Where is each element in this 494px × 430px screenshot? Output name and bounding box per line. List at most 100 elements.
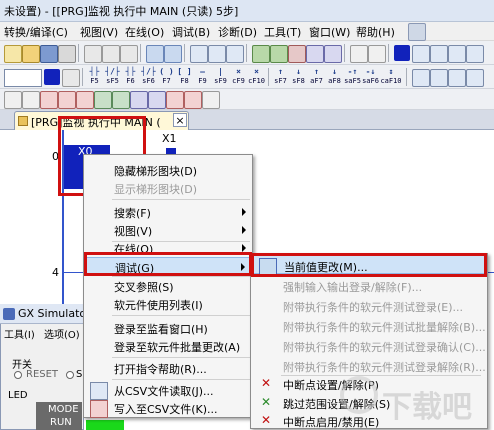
fkey-sf7[interactable]: ↑ sF7 xyxy=(272,68,289,86)
interrupt-clear-icon[interactable] xyxy=(184,91,202,109)
toolbar-separator xyxy=(388,44,389,62)
simulator-menu-tools[interactable]: 工具(I) xyxy=(4,326,35,341)
fkey-saf6[interactable]: -↓ saF6 xyxy=(362,68,379,86)
simulator-title-bar[interactable]: GX Simulato... xyxy=(0,304,96,324)
binoculars-icon[interactable] xyxy=(62,69,80,87)
breakpoint-clear-icon[interactable] xyxy=(58,91,76,109)
menu-item-cross-reference[interactable]: 交叉参照(S) xyxy=(84,277,252,295)
read-from-plc-icon[interactable] xyxy=(252,45,270,63)
csv-read-icon xyxy=(90,382,108,400)
statement-icon[interactable] xyxy=(430,69,448,87)
note-icon[interactable] xyxy=(448,69,466,87)
run-icon[interactable] xyxy=(112,91,130,109)
program-icon xyxy=(18,116,28,126)
menu-online[interactable]: 在线(O) xyxy=(125,24,164,40)
cut-icon[interactable] xyxy=(84,45,102,63)
menu-diagnostics[interactable]: 诊断(D) xyxy=(218,24,257,40)
breakpoint-icon[interactable] xyxy=(40,91,58,109)
find-icon[interactable] xyxy=(368,45,386,63)
menu-extra-icon[interactable] xyxy=(408,23,426,41)
simulator-menu-bar: 工具(I) 选项(O) xyxy=(0,325,84,341)
submenu-item-forced-io: 强制输入输出登录/解除(F)... xyxy=(283,281,423,294)
step-icon[interactable] xyxy=(94,91,112,109)
fkey-sf9[interactable]: | sF9 xyxy=(212,68,229,86)
simulation-icon[interactable] xyxy=(324,45,342,63)
simulator-led-label: LED xyxy=(8,390,28,401)
fkey-sf6[interactable]: ┤/├ sF6 xyxy=(140,68,157,86)
tab-close-icon[interactable]: × xyxy=(173,113,187,127)
ladder-line-icon[interactable] xyxy=(430,45,448,63)
redo-icon[interactable] xyxy=(164,45,182,63)
window-tile-icon[interactable] xyxy=(190,45,208,63)
fkey-cf9[interactable]: × cF9 xyxy=(230,68,247,86)
toolbar-separator xyxy=(268,68,269,86)
menu-tools[interactable]: 工具(T) xyxy=(264,24,301,40)
print-icon[interactable] xyxy=(58,45,76,63)
window-cascade-icon[interactable] xyxy=(208,45,226,63)
write-to-plc-icon[interactable] xyxy=(270,45,288,63)
toolbar-options-icon[interactable] xyxy=(202,91,220,109)
fkey-sf8[interactable]: ↓ sF8 xyxy=(290,68,307,86)
menu-convert[interactable]: 转换/编译(C) xyxy=(4,24,68,40)
menu-item-read-csv[interactable]: 从CSV文件读取(J)... xyxy=(84,381,252,400)
fkey-af8[interactable]: ↓ aF8 xyxy=(326,68,343,86)
submenu-item-device-test-batch-clear: 附带执行条件的软元件测试批量解除(B)... xyxy=(283,321,486,334)
open-project-icon[interactable] xyxy=(22,45,40,63)
menu-separator xyxy=(112,379,250,380)
monitor-stop-icon[interactable] xyxy=(22,91,40,109)
device-test-icon[interactable] xyxy=(130,91,148,109)
monitor-start-icon[interactable] xyxy=(4,91,22,109)
copy-icon[interactable] xyxy=(102,45,120,63)
monitor-icon[interactable] xyxy=(306,45,324,63)
simulator-led-panel: MODE RUN xyxy=(36,402,82,430)
fkey-saf5[interactable]: -↑ saF5 xyxy=(344,68,361,86)
menu-help[interactable]: 帮助(H) xyxy=(356,24,395,40)
zoom-icon[interactable] xyxy=(350,45,368,63)
menu-item-view[interactable]: 视图(V) xyxy=(84,221,252,239)
new-project-icon[interactable] xyxy=(4,45,22,63)
reset-radio[interactable] xyxy=(14,371,22,379)
menu-item-hide-ladder-block[interactable]: 隐藏梯形图块(D) xyxy=(84,161,252,179)
menu-view[interactable]: 视图(V) xyxy=(80,24,118,40)
toolbar-ladder: ┤├ F5 ┤/├ sF5 ┤├ F6 ┤/├ sF6 ( ) F7 [ ] F8 — F9 … xyxy=(0,65,494,89)
ladder-instruction-icon[interactable] xyxy=(466,45,484,63)
comment-icon[interactable] xyxy=(412,69,430,87)
verify-icon[interactable] xyxy=(288,45,306,63)
menu-item-register-batch-change[interactable]: 登录至软元件批量更改(A) xyxy=(84,337,252,355)
paste-icon[interactable] xyxy=(120,45,138,63)
undo-icon[interactable] xyxy=(146,45,164,63)
fkey-f5[interactable]: ┤├ F5 xyxy=(86,68,103,86)
skip-icon[interactable] xyxy=(76,91,94,109)
device-batch-icon[interactable] xyxy=(148,91,166,109)
interrupt-icon[interactable] xyxy=(166,91,184,109)
menu-item-register-watch[interactable]: 登录至监看窗口(H) xyxy=(84,319,252,337)
fkey-f6[interactable]: ┤├ F6 xyxy=(122,68,139,86)
fkey-caf10[interactable]: ↕ caF10 xyxy=(380,68,402,86)
menu-debug[interactable]: 调试(B) xyxy=(172,24,210,40)
menu-item-search[interactable]: 搜索(F) xyxy=(84,203,252,221)
save-icon[interactable] xyxy=(40,45,58,63)
fkey-f7[interactable]: ( ) F7 xyxy=(158,68,175,86)
contact-x1-label: X1 xyxy=(162,132,177,145)
ladder-contact-icon[interactable] xyxy=(394,45,410,61)
menu-item-device-list[interactable]: 软元件使用列表(I) xyxy=(84,295,252,313)
alias-icon[interactable] xyxy=(466,69,484,87)
fkey-f8[interactable]: [ ] F8 xyxy=(176,68,193,86)
menu-separator xyxy=(112,199,250,200)
submenu-arrow-icon xyxy=(242,208,246,216)
ladder-branch-icon[interactable] xyxy=(448,45,466,63)
simulator-menu-options[interactable]: 选项(O) xyxy=(44,326,80,341)
fkey-sf5[interactable]: ┤/├ sF5 xyxy=(104,68,121,86)
fkey-f9[interactable]: — F9 xyxy=(194,68,211,86)
window-layout-icon[interactable] xyxy=(226,45,244,63)
fkey-cf10[interactable]: × cF10 xyxy=(248,68,265,86)
menu-window[interactable]: 窗口(W) xyxy=(309,24,350,40)
find-device-icon[interactable] xyxy=(44,69,60,85)
menu-separator xyxy=(112,315,250,316)
menu-item-write-csv[interactable]: 写入至CSV文件(K)... xyxy=(84,399,252,418)
menu-item-instruction-help[interactable]: 打开指令帮助(R)... xyxy=(84,359,252,377)
device-dropdown[interactable] xyxy=(4,69,42,87)
ladder-coil-icon[interactable] xyxy=(412,45,430,63)
fkey-af7[interactable]: ↑ aF7 xyxy=(308,68,325,86)
s-radio[interactable] xyxy=(66,371,74,379)
